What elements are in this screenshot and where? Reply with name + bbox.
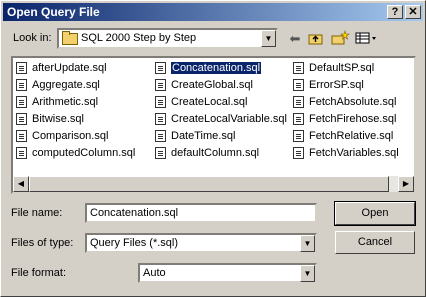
new-folder-icon[interactable] — [330, 29, 350, 49]
look-in-value: SQL 2000 Step by Step — [81, 32, 197, 44]
file-name: Arithmetic.sql — [32, 96, 99, 108]
close-button[interactable]: ✕ — [405, 5, 421, 19]
files-of-type-combo[interactable]: Query Files (*.sql) ▼ — [85, 233, 317, 253]
file-name-field[interactable]: Concatenation.sql — [85, 203, 317, 223]
file-name: Comparison.sql — [32, 130, 109, 142]
file-item-selected[interactable]: Concatenation.sql — [154, 60, 287, 77]
files-of-type-value: Query Files (*.sql) — [90, 237, 179, 249]
chevron-down-icon[interactable]: ▼ — [300, 265, 315, 282]
views-menu-icon[interactable] — [354, 29, 378, 49]
file-column-2: Concatenation.sql CreateGlobal.sql Creat… — [154, 60, 287, 162]
title-bar: Open Query File ? ✕ — [3, 3, 423, 21]
file-item[interactable]: DateTime.sql — [154, 128, 287, 145]
cancel-button[interactable]: Cancel — [335, 231, 415, 254]
horizontal-scrollbar[interactable]: ◀ ▶ — [13, 176, 414, 192]
look-in-combo[interactable]: SQL 2000 Step by Step ▼ — [57, 28, 278, 49]
file-name: FetchFirehose.sql — [309, 113, 397, 125]
file-item[interactable]: FetchFirehose.sql — [292, 111, 399, 128]
dialog-title: Open Query File — [7, 5, 100, 19]
sql-file-icon — [293, 62, 304, 74]
file-list[interactable]: afterUpdate.sql Aggregate.sql Arithmetic… — [11, 56, 416, 194]
sql-file-icon — [293, 96, 304, 108]
up-folder-icon[interactable] — [307, 29, 325, 49]
file-item[interactable]: FetchRelative.sql — [292, 128, 399, 145]
file-column-1: afterUpdate.sql Aggregate.sql Arithmetic… — [15, 60, 135, 162]
file-name: FetchVariables.sql — [309, 147, 399, 159]
file-name: ErrorSP.sql — [309, 79, 364, 91]
sql-file-icon — [16, 96, 27, 108]
back-arrow-icon[interactable]: ⬅ — [286, 29, 304, 49]
sql-file-icon — [155, 96, 166, 108]
file-name: CreateLocalVariable.sql — [171, 113, 287, 125]
file-item[interactable]: CreateGlobal.sql — [154, 77, 287, 94]
scroll-left-icon[interactable]: ◀ — [13, 176, 29, 192]
sql-file-icon — [155, 62, 166, 74]
scroll-thumb[interactable] — [29, 176, 389, 192]
open-query-file-dialog: Open Query File ? ✕ Look in: SQL 2000 St… — [0, 0, 426, 297]
sql-file-icon — [16, 79, 27, 91]
look-in-label: Look in: — [13, 32, 52, 44]
files-of-type-label: Files of type: — [11, 237, 74, 249]
sql-file-icon — [155, 113, 166, 125]
file-item[interactable]: defaultColumn.sql — [154, 145, 287, 162]
sql-file-icon — [16, 130, 27, 142]
file-item[interactable]: Comparison.sql — [15, 128, 135, 145]
file-item[interactable]: ErrorSP.sql — [292, 77, 399, 94]
file-item[interactable]: FetchVariables.sql — [292, 145, 399, 162]
file-item[interactable]: Bitwise.sql — [15, 111, 135, 128]
file-name: Bitwise.sql — [32, 113, 84, 125]
sql-file-icon — [293, 130, 304, 142]
sql-file-icon — [155, 130, 166, 142]
open-button[interactable]: Open — [334, 201, 416, 226]
file-format-value: Auto — [143, 267, 166, 279]
sql-file-icon — [293, 79, 304, 91]
chevron-down-icon[interactable]: ▼ — [261, 30, 276, 47]
file-column-3: DefaultSP.sql ErrorSP.sql FetchAbsolute.… — [292, 60, 399, 162]
file-item[interactable]: Aggregate.sql — [15, 77, 135, 94]
file-item[interactable]: DefaultSP.sql — [292, 60, 399, 77]
sql-file-icon — [16, 113, 27, 125]
chevron-down-icon[interactable]: ▼ — [300, 235, 315, 252]
file-item[interactable]: Arithmetic.sql — [15, 94, 135, 111]
file-name: DefaultSP.sql — [309, 62, 375, 74]
file-name: Aggregate.sql — [32, 79, 100, 91]
file-item[interactable]: CreateLocalVariable.sql — [154, 111, 287, 128]
help-button[interactable]: ? — [387, 5, 403, 19]
sql-file-icon — [155, 147, 166, 159]
file-name-label: File name: — [11, 207, 63, 219]
file-format-combo[interactable]: Auto ▼ — [138, 263, 317, 283]
sql-file-icon — [293, 147, 304, 159]
file-format-label: File format: — [11, 267, 67, 279]
file-name: FetchRelative.sql — [309, 130, 394, 142]
file-name: defaultColumn.sql — [171, 147, 260, 159]
scroll-right-icon[interactable]: ▶ — [398, 176, 414, 192]
file-name: computedColumn.sql — [32, 147, 136, 159]
file-name: afterUpdate.sql — [32, 62, 107, 74]
file-name: CreateGlobal.sql — [171, 79, 253, 91]
sql-file-icon — [16, 147, 27, 159]
file-name: DateTime.sql — [171, 130, 236, 142]
sql-file-icon — [155, 79, 166, 91]
file-name: Concatenation.sql — [169, 61, 263, 75]
file-name: FetchAbsolute.sql — [309, 96, 397, 108]
sql-file-icon — [16, 62, 27, 74]
sql-file-icon — [293, 113, 304, 125]
file-item[interactable]: FetchAbsolute.sql — [292, 94, 399, 111]
folder-icon — [62, 31, 78, 45]
file-item[interactable]: computedColumn.sql — [15, 145, 135, 162]
file-item[interactable]: CreateLocal.sql — [154, 94, 287, 111]
file-name: CreateLocal.sql — [171, 96, 248, 108]
file-item[interactable]: afterUpdate.sql — [15, 60, 135, 77]
